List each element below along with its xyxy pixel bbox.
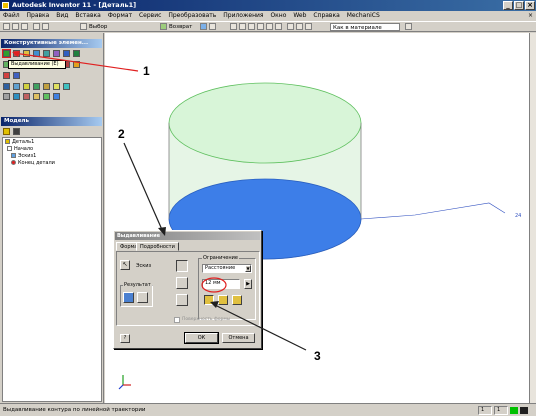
callout-3: 3	[314, 349, 321, 363]
callout-3-arrow	[214, 304, 307, 351]
status-indicator-icon	[520, 407, 528, 414]
annotation-overlay	[12, 51, 307, 351]
distance-highlight	[201, 277, 227, 293]
status-count-1: 1	[478, 406, 492, 415]
callout-2: 2	[118, 127, 125, 141]
status-indicator-icon	[510, 407, 518, 414]
status-bar: Выдавливание контура по линейной траекто…	[0, 403, 536, 416]
status-count-2: 1	[494, 406, 508, 415]
callout-1: 1	[143, 64, 150, 78]
callout-2-arrow	[123, 142, 164, 233]
callout-1-arrow	[13, 52, 139, 72]
status-message: Выдавливание контура по линейной траекто…	[3, 407, 146, 413]
